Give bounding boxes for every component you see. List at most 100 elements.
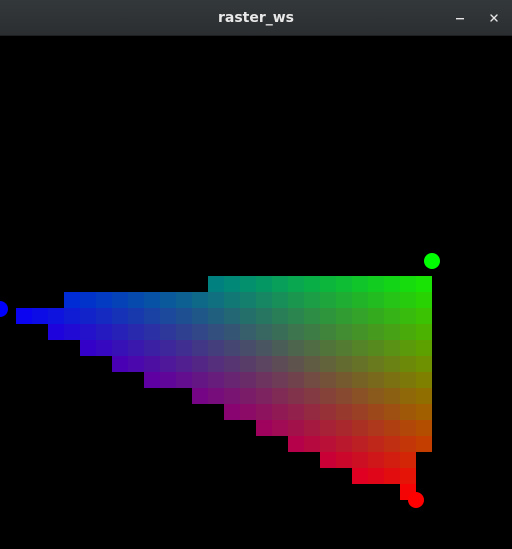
raster-pixel [96, 292, 112, 308]
raster-canvas[interactable] [0, 36, 512, 549]
raster-pixel [288, 388, 304, 404]
raster-pixel [336, 436, 352, 452]
raster-pixel [304, 340, 320, 356]
raster-pixel [128, 324, 144, 340]
raster-pixel [96, 324, 112, 340]
raster-pixel [368, 276, 384, 292]
raster-pixel [384, 436, 400, 452]
raster-pixel [336, 292, 352, 308]
raster-pixel [368, 356, 384, 372]
raster-pixel [320, 404, 336, 420]
raster-pixel [304, 308, 320, 324]
raster-pixel [352, 340, 368, 356]
raster-pixel [400, 324, 416, 340]
minimize-button[interactable] [447, 5, 473, 31]
raster-pixel [384, 468, 400, 484]
raster-pixel [416, 372, 432, 388]
raster-pixel [256, 404, 272, 420]
raster-pixel [416, 276, 432, 292]
raster-pixel [336, 356, 352, 372]
raster-pixel [224, 308, 240, 324]
raster-pixel [80, 292, 96, 308]
raster-pixel [224, 388, 240, 404]
raster-pixel [304, 324, 320, 340]
raster-pixel [336, 452, 352, 468]
raster-pixel [144, 308, 160, 324]
raster-pixel [192, 340, 208, 356]
raster-pixel [176, 372, 192, 388]
raster-pixel [64, 308, 80, 324]
raster-pixel [272, 292, 288, 308]
vertex-blue[interactable] [0, 301, 8, 317]
vertex-green[interactable] [424, 253, 440, 269]
raster-pixel [288, 308, 304, 324]
raster-pixel [112, 356, 128, 372]
raster-pixel [304, 372, 320, 388]
raster-pixel [304, 404, 320, 420]
raster-pixel [400, 292, 416, 308]
raster-pixel [272, 276, 288, 292]
raster-pixel [288, 292, 304, 308]
raster-pixel [304, 436, 320, 452]
raster-pixel [224, 324, 240, 340]
raster-pixel [368, 292, 384, 308]
raster-pixel [240, 340, 256, 356]
raster-pixel [272, 324, 288, 340]
raster-pixel [176, 308, 192, 324]
window-title: raster_ws [217, 10, 295, 26]
raster-pixel [400, 276, 416, 292]
raster-pixel [288, 404, 304, 420]
close-icon [490, 14, 498, 22]
raster-pixel [336, 420, 352, 436]
raster-pixel [48, 308, 64, 324]
raster-pixel [384, 372, 400, 388]
raster-pixel [224, 276, 240, 292]
raster-pixel [384, 420, 400, 436]
raster-pixel [64, 324, 80, 340]
raster-pixel [416, 388, 432, 404]
raster-pixel [208, 292, 224, 308]
close-button[interactable] [481, 5, 507, 31]
raster-pixel [400, 340, 416, 356]
raster-pixel [304, 292, 320, 308]
raster-pixel [112, 324, 128, 340]
raster-pixel [352, 404, 368, 420]
raster-pixel [16, 308, 32, 324]
raster-pixel [256, 372, 272, 388]
raster-pixel [352, 468, 368, 484]
raster-pixel [128, 356, 144, 372]
raster-pixel [368, 308, 384, 324]
raster-pixel [192, 388, 208, 404]
raster-pixel [304, 356, 320, 372]
raster-pixel [352, 388, 368, 404]
raster-pixel [192, 308, 208, 324]
raster-pixel [336, 276, 352, 292]
raster-pixel [32, 308, 48, 324]
raster-pixel [320, 436, 336, 452]
raster-pixel [288, 324, 304, 340]
raster-pixel [320, 420, 336, 436]
vertex-red[interactable] [408, 492, 424, 508]
raster-pixel [416, 404, 432, 420]
raster-pixel [352, 452, 368, 468]
raster-pixel [240, 404, 256, 420]
raster-pixel [96, 308, 112, 324]
raster-pixel [320, 308, 336, 324]
raster-pixel [128, 340, 144, 356]
raster-pixel [256, 276, 272, 292]
raster-pixel [320, 276, 336, 292]
raster-pixel [304, 420, 320, 436]
raster-pixel [272, 404, 288, 420]
raster-pixel [208, 372, 224, 388]
raster-pixel [160, 372, 176, 388]
raster-pixel [64, 292, 80, 308]
raster-pixel [336, 404, 352, 420]
raster-pixel [128, 292, 144, 308]
raster-pixel [272, 372, 288, 388]
title-bar[interactable]: raster_ws [0, 0, 512, 36]
raster-pixel [320, 292, 336, 308]
raster-pixel [240, 308, 256, 324]
raster-pixel [272, 308, 288, 324]
raster-pixel [144, 292, 160, 308]
raster-pixel [288, 356, 304, 372]
